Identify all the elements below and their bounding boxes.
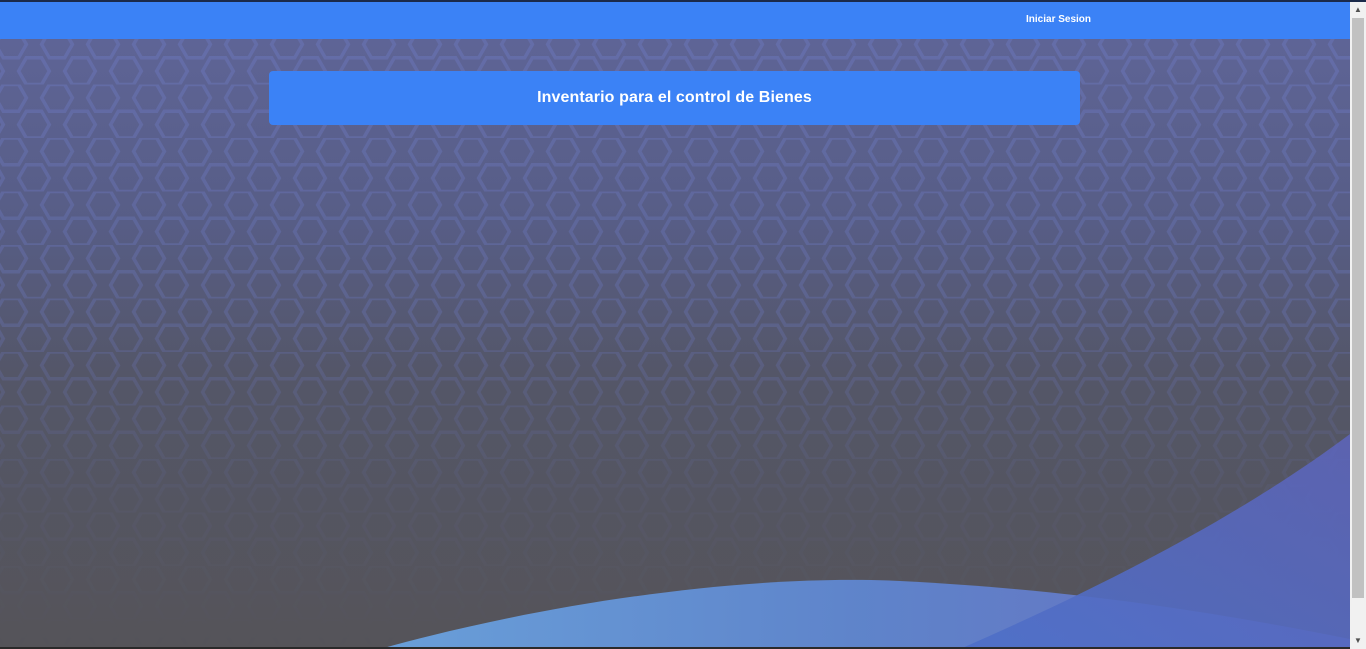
top-border (0, 0, 1366, 2)
title-banner: Inventario para el control de Bienes (269, 71, 1080, 125)
page: Iniciar Sesion Inventario para el contro… (0, 0, 1366, 649)
login-link[interactable]: Iniciar Sesion (1026, 14, 1091, 25)
scrollbar-thumb[interactable] (1352, 18, 1364, 598)
hero-background (0, 39, 1350, 649)
vertical-scrollbar[interactable]: ▲ ▼ (1350, 2, 1366, 649)
navbar: Iniciar Sesion (0, 2, 1350, 39)
scroll-up-arrow-icon[interactable]: ▲ (1350, 2, 1366, 18)
page-title: Inventario para el control de Bienes (537, 89, 812, 106)
scroll-down-arrow-icon[interactable]: ▼ (1350, 633, 1366, 649)
wave-decoration (380, 434, 1350, 649)
